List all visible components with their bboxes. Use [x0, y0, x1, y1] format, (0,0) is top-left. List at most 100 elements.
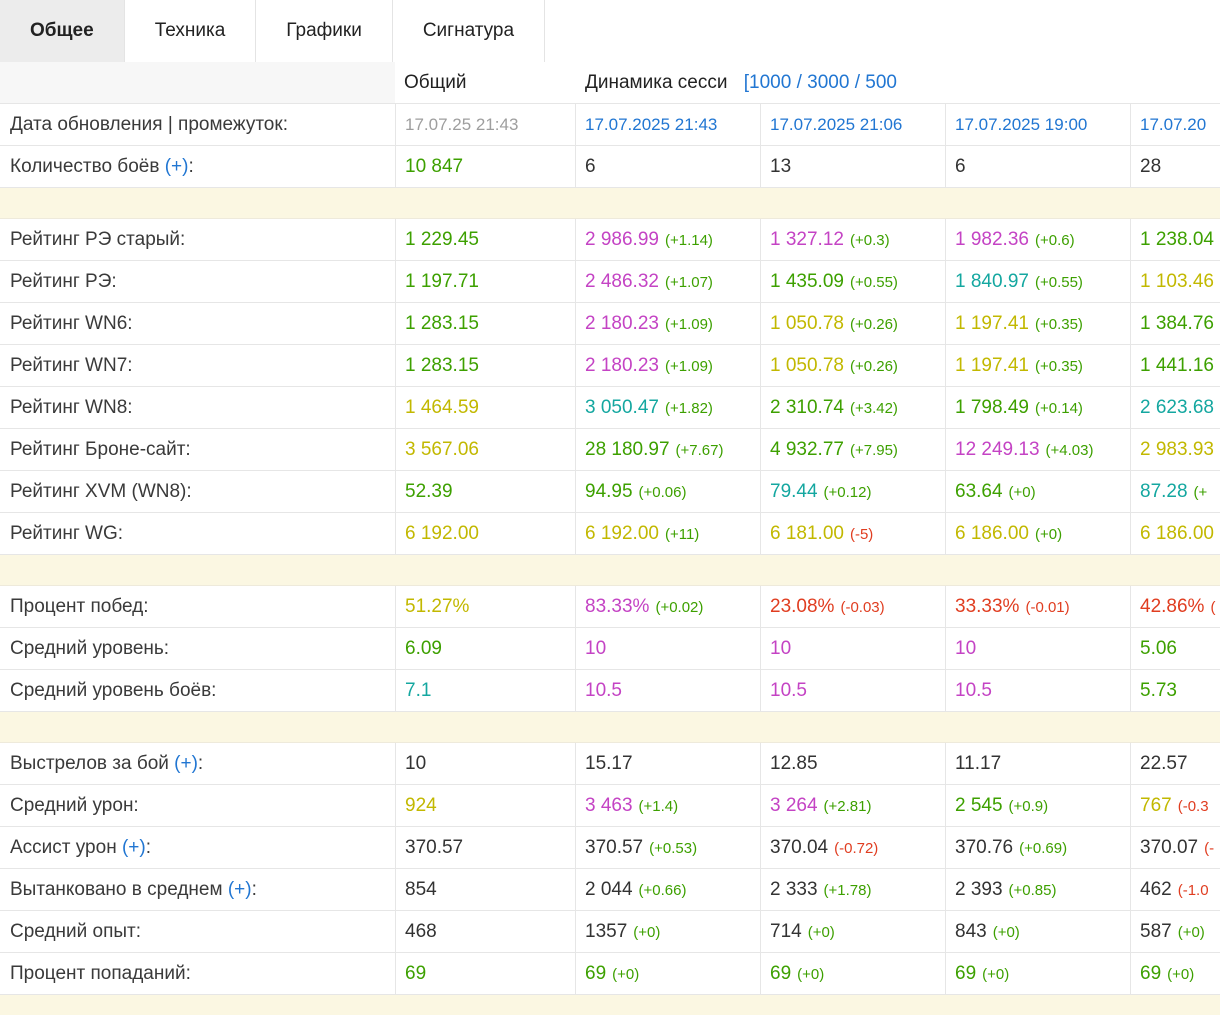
stat-delta: (+0) [1034, 526, 1063, 543]
session-value-cell: 6 186.00 [1130, 513, 1220, 555]
session-date-link[interactable]: 17.07.20 [1140, 115, 1206, 134]
stat-value: 10.5 [955, 680, 992, 701]
expand-plus-link[interactable]: (+) [228, 879, 252, 900]
stat-value: 2 623.68 [1140, 397, 1214, 418]
header-dynamics-label: Динамика сесси [585, 72, 728, 93]
expand-plus-link[interactable]: (+) [174, 753, 198, 774]
stat-delta: (+0) [807, 924, 835, 941]
stat-value: 83.33% [585, 596, 650, 617]
row-label: Дата обновления | промежуток: [0, 104, 395, 146]
stat-delta: (+3.42) [849, 400, 898, 417]
session-date-link[interactable]: 17.07.2025 19:00 [955, 115, 1087, 134]
stat-value: 6 192.00 [585, 523, 659, 544]
stat-delta: (-1.0 [1177, 882, 1209, 899]
session-value-cell: 3 050.47 (+1.82) [575, 387, 760, 429]
session-value-cell: 3 264 (+2.81) [760, 785, 945, 827]
expand-plus-link[interactable]: (+) [165, 156, 189, 177]
row-label-text: Рейтинг Броне-сайт: [10, 439, 191, 460]
stat-value: 3 567.06 [405, 439, 479, 460]
session-value-cell: 11.17 [945, 743, 1130, 785]
stat-delta: (-0.03) [840, 599, 885, 616]
expand-plus-link[interactable]: (+) [122, 837, 146, 858]
session-value-cell: 767 (-0.3 [1130, 785, 1220, 827]
session-value-cell: 2 393 (+0.85) [945, 869, 1130, 911]
session-value-cell: 42.86% ( [1130, 586, 1220, 628]
stat-delta: (-0.01) [1025, 599, 1070, 616]
stat-value: 1 197.71 [405, 271, 479, 292]
stat-value: 1 798.49 [955, 397, 1029, 418]
stat-delta: (+7.95) [849, 442, 898, 459]
row-label: Рейтинг WN7: [0, 345, 395, 387]
stat-value: 1 050.78 [770, 313, 844, 334]
overall-value-cell: 370.57 [395, 827, 575, 869]
session-value-cell: 462 (-1.0 [1130, 869, 1220, 911]
row-label: Рейтинг WN6: [0, 303, 395, 345]
row-label: Вытанковано в среднем (+): [0, 869, 395, 911]
stat-delta: (+11) [664, 526, 700, 543]
row-label: Рейтинг РЭ старый: [0, 219, 395, 261]
session-value-cell: 587 (+0) [1130, 911, 1220, 953]
row-label-text: Процент попаданий: [10, 963, 191, 984]
session-value-cell: 2 310.74 (+3.42) [760, 387, 945, 429]
session-value-cell: 2 986.99 (+1.14) [575, 219, 760, 261]
session-value-cell: 1 197.41 (+0.35) [945, 345, 1130, 387]
stat-delta: (-0.72) [834, 840, 879, 857]
session-value-cell: 1 435.09 (+0.55) [760, 261, 945, 303]
stat-value: 87.28 [1140, 481, 1188, 502]
stat-value: 6 181.00 [770, 523, 844, 544]
tab-charts[interactable]: Графики [256, 0, 393, 62]
stat-value: 2 986.99 [585, 229, 659, 250]
session-value-cell: 17.07.2025 21:43 [575, 104, 760, 146]
stat-delta: (+0) [982, 966, 1010, 983]
session-value-cell: 370.76 (+0.69) [945, 827, 1130, 869]
overall-value-cell: 51.27% [395, 586, 575, 628]
stat-value: 7.1 [405, 680, 432, 701]
session-value-cell: 10.5 [945, 670, 1130, 712]
separator-row [0, 712, 1220, 743]
stat-delta: (+0.12) [823, 484, 872, 501]
stat-delta: (+0.26) [849, 358, 898, 375]
session-value-cell: 4 932.77 (+7.95) [760, 429, 945, 471]
session-date-link[interactable]: 17.07.2025 21:43 [585, 115, 717, 134]
stat-delta: (+4.03) [1045, 442, 1094, 459]
tab-general[interactable]: Общее [0, 0, 125, 62]
stat-value: 69 [770, 963, 792, 984]
stat-value: 6 [585, 156, 596, 177]
stat-value: 17.07.25 21:43 [405, 115, 519, 134]
session-date-link[interactable]: 17.07.2025 21:06 [770, 115, 902, 134]
stat-value: 10 847 [405, 156, 464, 177]
row-label: Средний урон: [0, 785, 395, 827]
stat-value: 1 238.04 [1140, 229, 1214, 250]
session-value-cell: 10 [575, 628, 760, 670]
stat-value: 2 393 [955, 879, 1003, 900]
stat-value: 12 249.13 [955, 439, 1040, 460]
session-value-cell: 17.07.2025 21:06 [760, 104, 945, 146]
stat-delta: (+0.35) [1034, 358, 1083, 375]
session-value-cell: 3 463 (+1.4) [575, 785, 760, 827]
tab-vehicles[interactable]: Техника [125, 0, 257, 62]
stat-value: 79.44 [770, 481, 818, 502]
stat-value: 1 229.45 [405, 229, 479, 250]
row-label: Процент побед: [0, 586, 395, 628]
stat-value: 5.73 [1140, 680, 1177, 701]
tab-signature[interactable]: Сигнатура [393, 0, 546, 62]
session-config-link[interactable]: [1000 / 3000 / 500 [744, 72, 897, 93]
row-label: Средний уровень: [0, 628, 395, 670]
session-value-cell: 370.57 (+0.53) [575, 827, 760, 869]
stat-delta: (+0) [1167, 966, 1195, 983]
stat-delta: (+0.85) [1008, 882, 1057, 899]
session-value-cell: 714 (+0) [760, 911, 945, 953]
stat-delta: (+1.09) [664, 358, 713, 375]
stat-value: 13 [770, 156, 792, 177]
stat-value: 69 [585, 963, 607, 984]
stat-value: 1 197.41 [955, 313, 1029, 334]
overall-value-cell: 1 229.45 [395, 219, 575, 261]
session-value-cell: 1 050.78 (+0.26) [760, 303, 945, 345]
stat-value: 2 180.23 [585, 313, 659, 334]
stat-delta: ( [1210, 599, 1216, 616]
stat-delta: (+1.78) [823, 882, 872, 899]
row-label-text: Выстрелов за бой [10, 753, 175, 774]
stat-value: 1 050.78 [770, 355, 844, 376]
row-label-colon: : [251, 879, 257, 900]
session-value-cell: 6 186.00 (+0) [945, 513, 1130, 555]
